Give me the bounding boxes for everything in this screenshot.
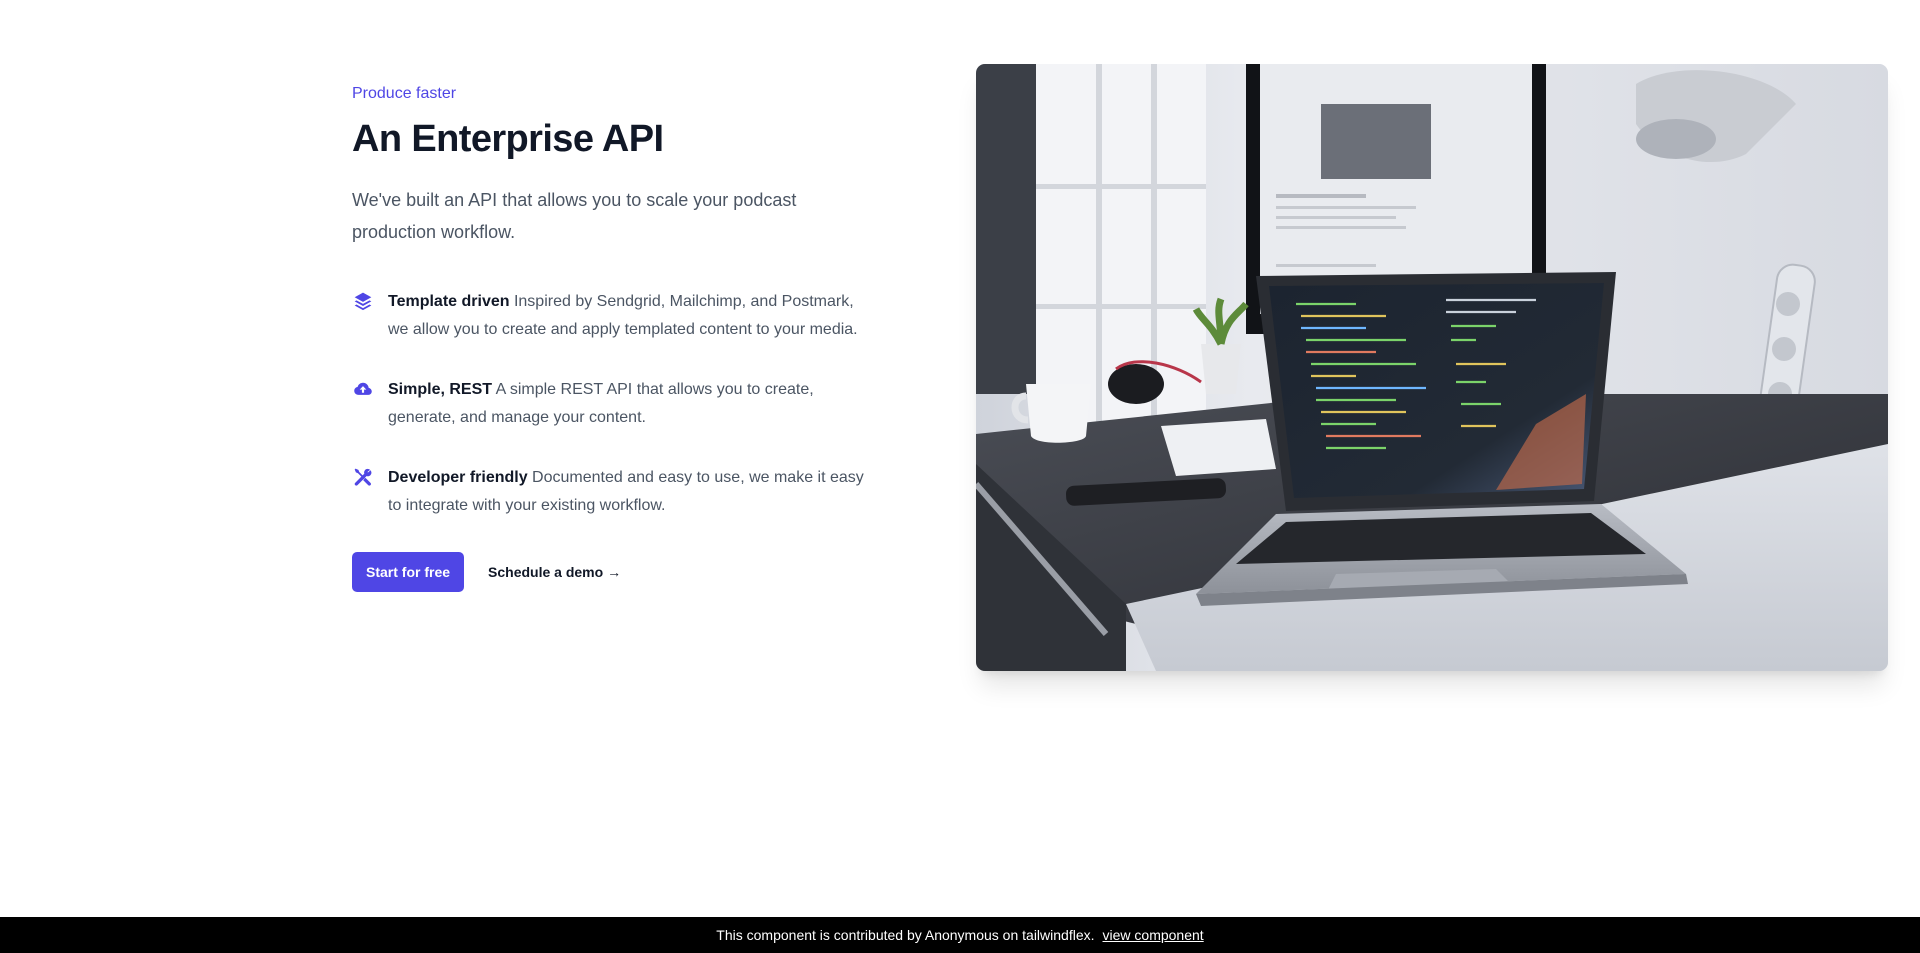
hero-subtitle: We've built an API that allows you to sc… [352,190,797,242]
tools-icon [352,466,374,488]
feature-name: Developer friendly [388,469,528,486]
view-component-link[interactable]: view component [1103,927,1204,943]
hero-image [976,64,1888,671]
laptop-desk-illustration [976,64,1888,671]
footer-text: This component is contributed by Anonymo… [716,927,1095,943]
layers-icon [352,290,374,312]
schedule-demo-link[interactable]: Schedule a demo → [488,562,621,582]
feature-item-developer-friendly: Developer friendly Documented and easy t… [352,464,872,520]
feature-item-template-driven: Template driven Inspired by Sendgrid, Ma… [352,288,872,344]
start-for-free-button[interactable]: Start for free [352,552,465,592]
cta-group: Start for free Schedule a demo → [352,552,872,592]
page: Produce faster An Enterprise API We've b… [0,0,1920,953]
feature-text: Template driven Inspired by Sendgrid, Ma… [388,288,872,344]
feature-name: Template driven [388,293,510,310]
feature-item-simple-rest: Simple, REST A simple REST API that allo… [352,376,872,432]
feature-text: Developer friendly Documented and easy t… [388,464,872,520]
cloud-upload-icon [352,378,374,400]
feature-list: Template driven Inspired by Sendgrid, Ma… [352,288,872,520]
feature-text: Simple, REST A simple REST API that allo… [388,376,872,432]
page-title: An Enterprise API [352,118,664,160]
feature-name: Simple, REST [388,381,493,398]
hero-content: Produce faster An Enterprise API We've b… [352,84,872,592]
eyebrow: Produce faster [352,85,457,102]
footer-bar: This component is contributed by Anonymo… [0,917,1920,953]
